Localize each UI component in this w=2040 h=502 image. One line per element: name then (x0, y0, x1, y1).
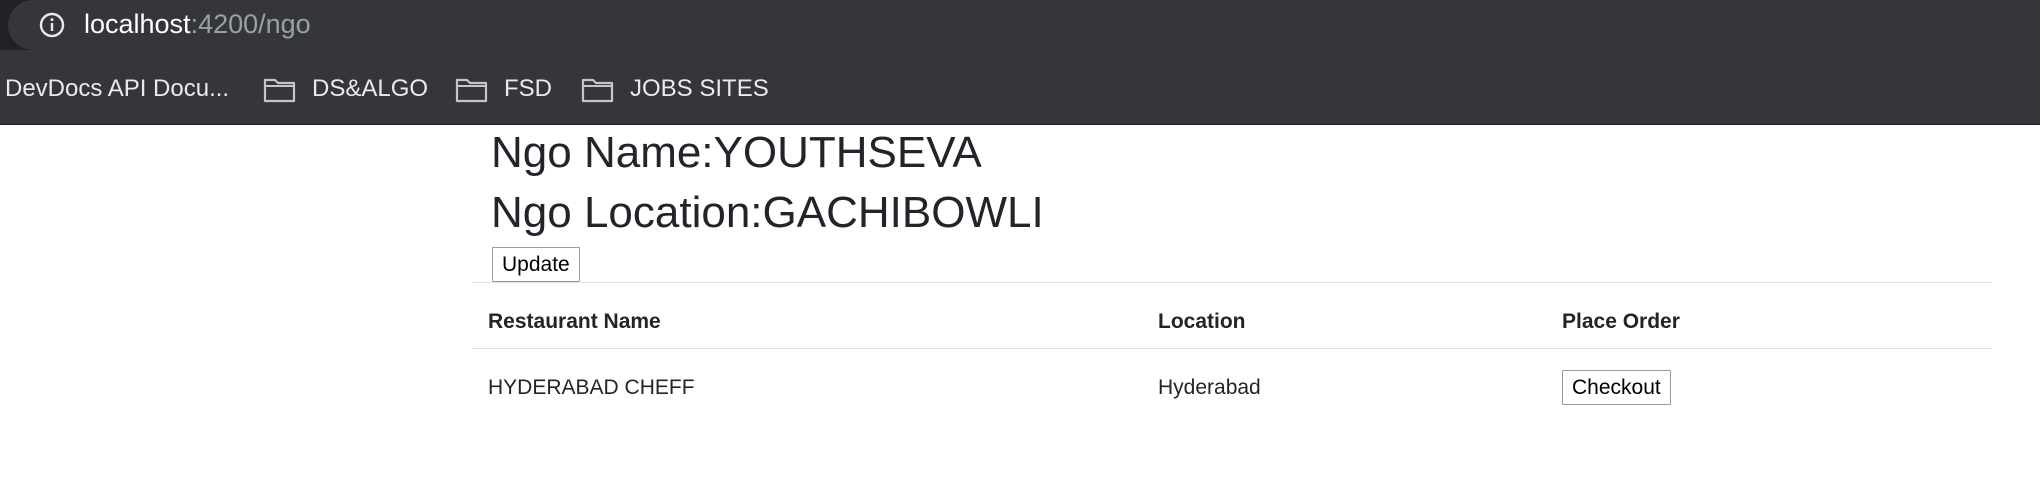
bookmarks-bar: DevDocs API Docu... DS&ALGO FSD JOBS SIT… (0, 50, 2040, 125)
bookmark-label: FSD (504, 75, 552, 102)
table-top-border (472, 282, 1992, 283)
cell-location: Hyderabad (1158, 376, 1261, 399)
browser-toolbar: localhost:4200/ngo (0, 0, 2040, 50)
cell-restaurant-name: HYDERABAD CHEFF (488, 376, 695, 399)
bookmark-folder-fsd[interactable]: FSD (455, 72, 565, 106)
ngo-name-heading: Ngo Name:YOUTHSEVA (491, 128, 982, 177)
column-header-location: Location (1158, 310, 1246, 333)
page-content: Ngo Name:YOUTHSEVA Ngo Location:GACHIBOW… (0, 125, 2040, 502)
update-button[interactable]: Update (492, 247, 580, 282)
bookmark-label: DevDocs API Docu... (5, 75, 230, 102)
column-header-restaurant: Restaurant Name (488, 310, 661, 333)
url-host: localhost (84, 9, 191, 39)
bookmark-label: DS&ALGO (312, 75, 429, 102)
folder-icon (455, 78, 488, 103)
url-path: :4200/ngo (190, 9, 311, 39)
bookmark-label: JOBS SITES (630, 75, 769, 102)
ngo-location-heading: Ngo Location:GACHIBOWLI (491, 188, 1044, 237)
column-header-place-order: Place Order (1562, 310, 1680, 333)
folder-icon (581, 78, 614, 103)
checkout-button[interactable]: Checkout (1562, 370, 1671, 405)
info-icon[interactable] (38, 11, 66, 39)
folder-icon (263, 78, 296, 103)
bookmark-devdocs[interactable]: DevDocs API Docu... (5, 72, 235, 106)
url-text[interactable]: localhost:4200/ngo (84, 6, 311, 42)
table-header-border (472, 348, 1992, 349)
bookmark-folder-dsalgo[interactable]: DS&ALGO (263, 72, 433, 106)
bookmark-folder-jobs-sites[interactable]: JOBS SITES (581, 72, 781, 106)
address-bar[interactable]: localhost:4200/ngo (8, 0, 2040, 50)
